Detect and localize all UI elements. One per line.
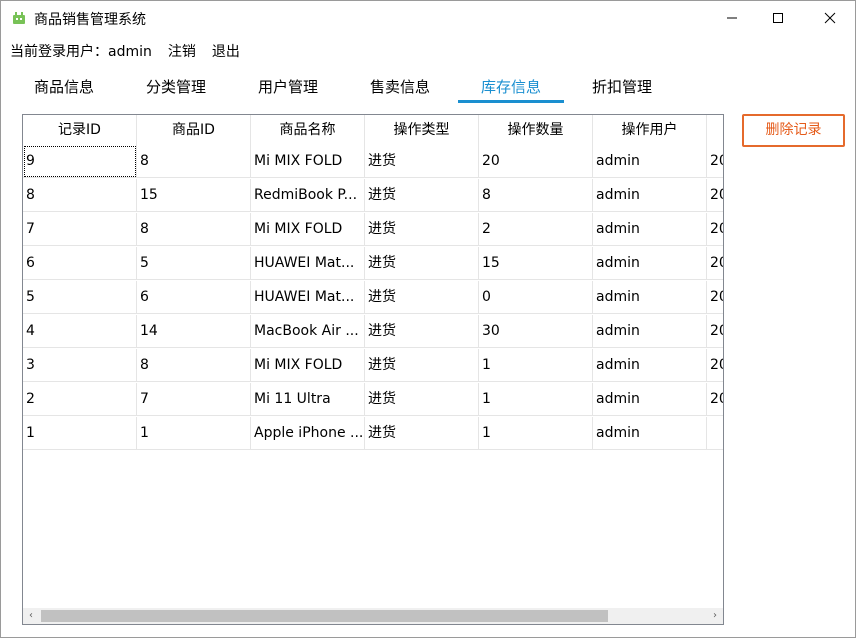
- table-cell[interactable]: 0: [479, 281, 593, 314]
- table-cell[interactable]: admin: [593, 179, 707, 212]
- table-cell[interactable]: 20: [707, 213, 723, 246]
- table-cell[interactable]: 5: [23, 281, 137, 314]
- table-cell[interactable]: admin: [593, 315, 707, 348]
- table-cell[interactable]: 进货: [365, 213, 479, 246]
- table-cell[interactable]: 进货: [365, 417, 479, 450]
- table-cell[interactable]: 15: [479, 247, 593, 280]
- current-user-label: 当前登录用户：admin: [10, 44, 152, 60]
- column-header[interactable]: 记录ID: [23, 115, 137, 145]
- table-cell[interactable]: 7: [23, 213, 137, 246]
- column-header[interactable]: 商品ID: [137, 115, 251, 145]
- table-cell[interactable]: 5: [137, 247, 251, 280]
- horizontal-scrollbar[interactable]: ‹ ›: [23, 608, 723, 624]
- tab-category[interactable]: 分类管理: [121, 71, 231, 103]
- table-cell[interactable]: 1: [479, 349, 593, 382]
- column-header[interactable]: 操作数量: [479, 115, 593, 145]
- table-cell[interactable]: admin: [593, 213, 707, 246]
- table-cell[interactable]: RedmiBook P...: [251, 179, 365, 212]
- table-cell[interactable]: 1: [137, 417, 251, 450]
- tab-discount[interactable]: 折扣管理: [567, 71, 677, 103]
- inventory-table[interactable]: 记录ID 商品ID 商品名称 操作类型 操作数量 操作用户 9 8 Mi MIX F…: [22, 114, 724, 625]
- table-cell[interactable]: 20: [479, 145, 593, 178]
- table-cell[interactable]: 进货: [365, 281, 479, 314]
- minimize-button[interactable]: [709, 1, 755, 35]
- table-cell[interactable]: 8: [137, 349, 251, 382]
- table-cell[interactable]: 进货: [365, 349, 479, 382]
- column-header[interactable]: 商品名称: [251, 115, 365, 145]
- scroll-right-icon[interactable]: ›: [707, 608, 723, 624]
- table-cell[interactable]: 8: [137, 213, 251, 246]
- table-cell[interactable]: 3: [23, 349, 137, 382]
- table-cell[interactable]: 20: [707, 247, 723, 280]
- table-cell[interactable]: 6: [23, 247, 137, 280]
- table-cell[interactable]: Mi MIX FOLD: [251, 349, 365, 382]
- table-cell[interactable]: HUAWEI Mat...: [251, 247, 365, 280]
- close-icon: [824, 12, 836, 24]
- table-cell[interactable]: 进货: [365, 179, 479, 212]
- column-header[interactable]: [707, 115, 723, 145]
- table-cell[interactable]: 6: [137, 281, 251, 314]
- table-cell[interactable]: 进货: [365, 315, 479, 348]
- table-cell[interactable]: Apple iPhone ...: [251, 417, 365, 450]
- table-cell[interactable]: 1: [479, 417, 593, 450]
- title-bar: 商品销售管理系统: [1, 1, 855, 35]
- exit-link[interactable]: 退出: [212, 41, 240, 61]
- maximize-button[interactable]: [755, 1, 801, 35]
- tab-product-info[interactable]: 商品信息: [9, 71, 119, 103]
- table-cell[interactable]: admin: [593, 247, 707, 280]
- tab-sales[interactable]: 售卖信息: [345, 71, 455, 103]
- scroll-thumb[interactable]: [41, 610, 608, 622]
- logout-link[interactable]: 注销: [168, 41, 196, 61]
- main-window: 商品销售管理系统 当前登录用户：admin 注销 退出 商品信息 分类管理 用户…: [0, 0, 856, 638]
- table-cell[interactable]: 进货: [365, 247, 479, 280]
- table-cell[interactable]: 2: [23, 383, 137, 416]
- table-cell[interactable]: 14: [137, 315, 251, 348]
- table-cell[interactable]: 进货: [365, 383, 479, 416]
- table-cell[interactable]: 1: [23, 417, 137, 450]
- table-cell[interactable]: 20: [707, 315, 723, 348]
- table-cell[interactable]: 30: [479, 315, 593, 348]
- table-cell[interactable]: Mi MIX FOLD: [251, 213, 365, 246]
- table-cell[interactable]: 20: [707, 383, 723, 416]
- column-header[interactable]: 操作用户: [593, 115, 707, 145]
- table-cell[interactable]: 20: [707, 179, 723, 212]
- login-bar: 当前登录用户：admin 注销 退出: [10, 41, 256, 61]
- tab-users[interactable]: 用户管理: [233, 71, 343, 103]
- table-cell[interactable]: 8: [479, 179, 593, 212]
- android-app-icon: [13, 12, 25, 24]
- table-cell[interactable]: admin: [593, 417, 707, 450]
- table-cell[interactable]: 9: [23, 145, 137, 178]
- table-cell[interactable]: 2: [479, 213, 593, 246]
- table-cell[interactable]: 20: [707, 281, 723, 314]
- table-cell[interactable]: 8: [137, 145, 251, 178]
- window-title: 商品销售管理系统: [34, 12, 146, 28]
- scroll-left-icon[interactable]: ‹: [23, 608, 39, 624]
- minimize-icon: [727, 17, 737, 19]
- delete-record-button[interactable]: 删除记录: [742, 114, 845, 147]
- table-cell[interactable]: admin: [593, 281, 707, 314]
- table-cell[interactable]: 进货: [365, 145, 479, 178]
- table-cell[interactable]: 7: [137, 383, 251, 416]
- table-cell[interactable]: admin: [593, 145, 707, 178]
- tab-inventory[interactable]: 库存信息: [458, 71, 564, 103]
- table-cell[interactable]: Mi 11 Ultra: [251, 383, 365, 416]
- close-button[interactable]: [807, 1, 853, 35]
- table-cell[interactable]: MacBook Air ...: [251, 315, 365, 348]
- table-cell[interactable]: 20: [707, 349, 723, 382]
- column-header[interactable]: 操作类型: [365, 115, 479, 145]
- table-cell[interactable]: 4: [23, 315, 137, 348]
- table-cell[interactable]: 20: [707, 145, 723, 178]
- table-cell[interactable]: 1: [479, 383, 593, 416]
- table-cell[interactable]: admin: [593, 383, 707, 416]
- maximize-icon: [773, 13, 783, 23]
- table-cell[interactable]: 8: [23, 179, 137, 212]
- table-cell[interactable]: 15: [137, 179, 251, 212]
- table-cell[interactable]: HUAWEI Mat...: [251, 281, 365, 314]
- table-cell[interactable]: [707, 417, 723, 450]
- table-cell[interactable]: Mi MIX FOLD: [251, 145, 365, 178]
- table-cell[interactable]: admin: [593, 349, 707, 382]
